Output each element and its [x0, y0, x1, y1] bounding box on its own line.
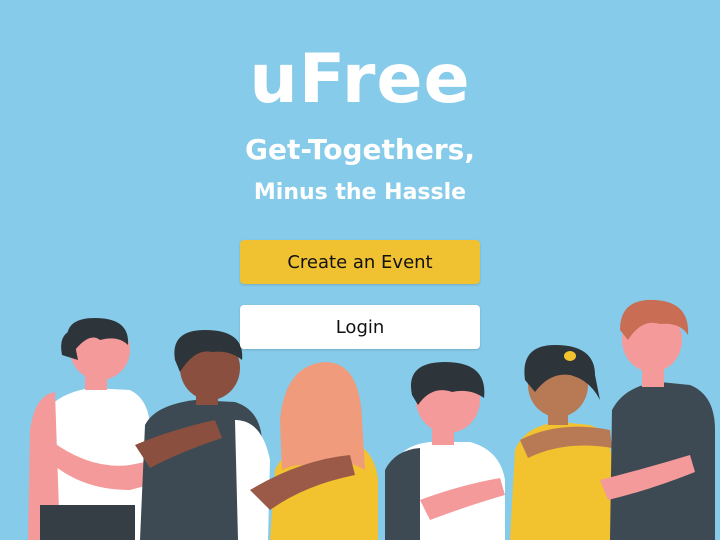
person-3 [250, 362, 378, 540]
person-6 [600, 299, 715, 540]
tagline-line-2: Minus the Hassle [253, 180, 467, 205]
person-2 [135, 330, 270, 540]
create-event-button[interactable]: Create an Event [240, 240, 480, 284]
tagline-line-1: Get-Togethers, [245, 133, 475, 166]
person-5 [510, 345, 612, 540]
login-button[interactable]: Login [240, 305, 480, 349]
app-logo: uFree [249, 40, 471, 119]
person-4 [385, 362, 505, 540]
